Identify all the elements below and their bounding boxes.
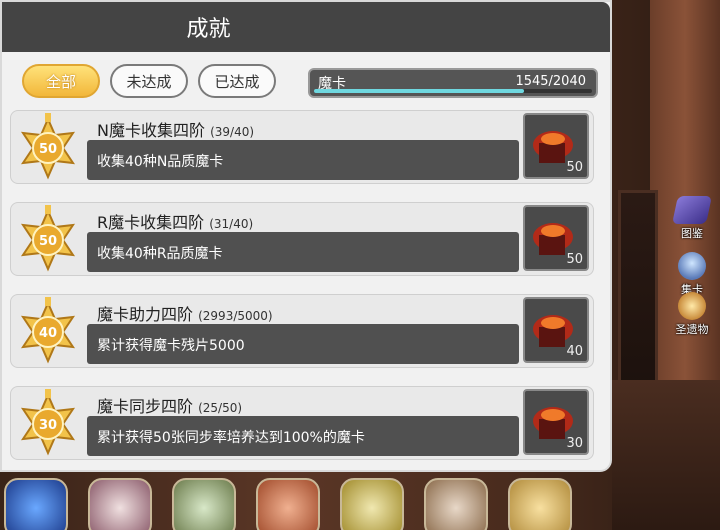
achievement-title: R魔卡收集四阶 (31/40) <box>97 209 253 233</box>
guild-nav-button[interactable] <box>508 478 572 530</box>
relic-icon <box>678 292 706 320</box>
achievement-item[interactable]: 30 魔卡同步四阶 (25/50) 累计获得50张同步率培养达到100%的魔卡 … <box>10 386 594 460</box>
panel-header: 成就 <box>2 2 610 52</box>
medal-star-icon: 50 <box>20 113 76 180</box>
achievement-progress: (39/40) <box>210 125 255 139</box>
medal-number: 30 <box>39 418 57 433</box>
reward-count: 50 <box>566 160 583 175</box>
achievement-name: R魔卡收集四阶 <box>97 213 205 232</box>
reward-slot[interactable]: 50 <box>523 113 589 179</box>
medal-number: 50 <box>39 142 57 157</box>
medal-star-icon: 30 <box>20 389 76 456</box>
achievement-title: 魔卡助力四阶 (2993/5000) <box>97 301 273 325</box>
progress-track <box>314 89 592 93</box>
adventure-nav-button[interactable] <box>256 478 320 530</box>
tab-incomplete[interactable]: 未达成 <box>110 64 188 98</box>
achievement-desc-bar: 收集40种R品质魔卡 <box>87 232 519 272</box>
side-menu-card-collect[interactable]: 集卡 <box>668 252 716 297</box>
achievement-panel: 成就 全部 未达成 已达成 魔卡 1545/2040 50 N魔卡收集四阶 (3… <box>0 0 612 472</box>
achievement-title: 魔卡同步四阶 (25/50) <box>97 393 242 417</box>
achievement-progress: (31/40) <box>209 217 254 231</box>
achievement-desc: 累计获得50张同步率培养达到100%的魔卡 <box>97 430 365 446</box>
achievement-desc: 收集40种R品质魔卡 <box>97 246 223 262</box>
card-collect-icon <box>678 252 706 280</box>
side-menu-relic[interactable]: 圣遗物 <box>668 292 716 337</box>
page-title: 成就 <box>186 17 231 42</box>
reward-count: 30 <box>566 436 583 451</box>
reward-slot[interactable]: 30 <box>523 389 589 455</box>
crown-nav-button[interactable] <box>340 478 404 530</box>
achievement-name: 魔卡助力四阶 <box>97 305 194 324</box>
progress-fill <box>314 89 525 93</box>
achievement-desc: 收集40种N品质魔卡 <box>97 154 224 170</box>
filter-tabs: 全部 未达成 已达成 <box>22 64 276 98</box>
medal-number: 40 <box>39 326 57 341</box>
background-floor <box>612 380 720 530</box>
achievement-title: N魔卡收集四阶 (39/40) <box>97 117 254 141</box>
quest-nav-button[interactable] <box>172 478 236 530</box>
reward-count: 40 <box>566 344 583 359</box>
achievement-item[interactable]: 50 N魔卡收集四阶 (39/40) 收集40种N品质魔卡 50 <box>10 110 594 184</box>
achievement-desc-bar: 累计获得50张同步率培养达到100%的魔卡 <box>87 416 519 456</box>
team-nav-button[interactable] <box>88 478 152 530</box>
tab-all[interactable]: 全部 <box>22 64 100 98</box>
reward-slot[interactable]: 50 <box>523 205 589 271</box>
tab-completed[interactable]: 已达成 <box>198 64 276 98</box>
achievement-item[interactable]: 50 R魔卡收集四阶 (31/40) 收集40种R品质魔卡 50 <box>10 202 594 276</box>
achievement-desc-bar: 收集40种N品质魔卡 <box>87 140 519 180</box>
bottom-nav <box>0 478 612 530</box>
medal-star-icon: 50 <box>20 205 76 272</box>
achievement-desc: 累计获得魔卡残片5000 <box>97 338 245 354</box>
book-icon <box>672 196 712 224</box>
progress-value: 1545/2040 <box>515 74 586 89</box>
medal-star-icon: 40 <box>20 297 76 364</box>
reward-slot[interactable]: 40 <box>523 297 589 363</box>
reward-count: 50 <box>566 252 583 267</box>
achievement-item[interactable]: 40 魔卡助力四阶 (2993/5000) 累计获得魔卡残片5000 40 <box>10 294 594 368</box>
side-menu-atlas[interactable]: 图鉴 <box>668 196 716 241</box>
achievement-name: N魔卡收集四阶 <box>97 121 205 140</box>
summon-nav-button[interactable] <box>4 478 68 530</box>
magic-card-progress: 魔卡 1545/2040 <box>308 68 598 98</box>
achievement-desc-bar: 累计获得魔卡残片5000 <box>87 324 519 364</box>
achievement-progress: (2993/5000) <box>198 309 273 323</box>
achievement-name: 魔卡同步四阶 <box>97 397 194 416</box>
medal-number: 50 <box>39 234 57 249</box>
achievement-list: 50 N魔卡收集四阶 (39/40) 收集40种N品质魔卡 50 50 R魔卡收… <box>10 110 594 470</box>
achievement-progress: (25/50) <box>198 401 243 415</box>
explore-nav-button[interactable] <box>424 478 488 530</box>
